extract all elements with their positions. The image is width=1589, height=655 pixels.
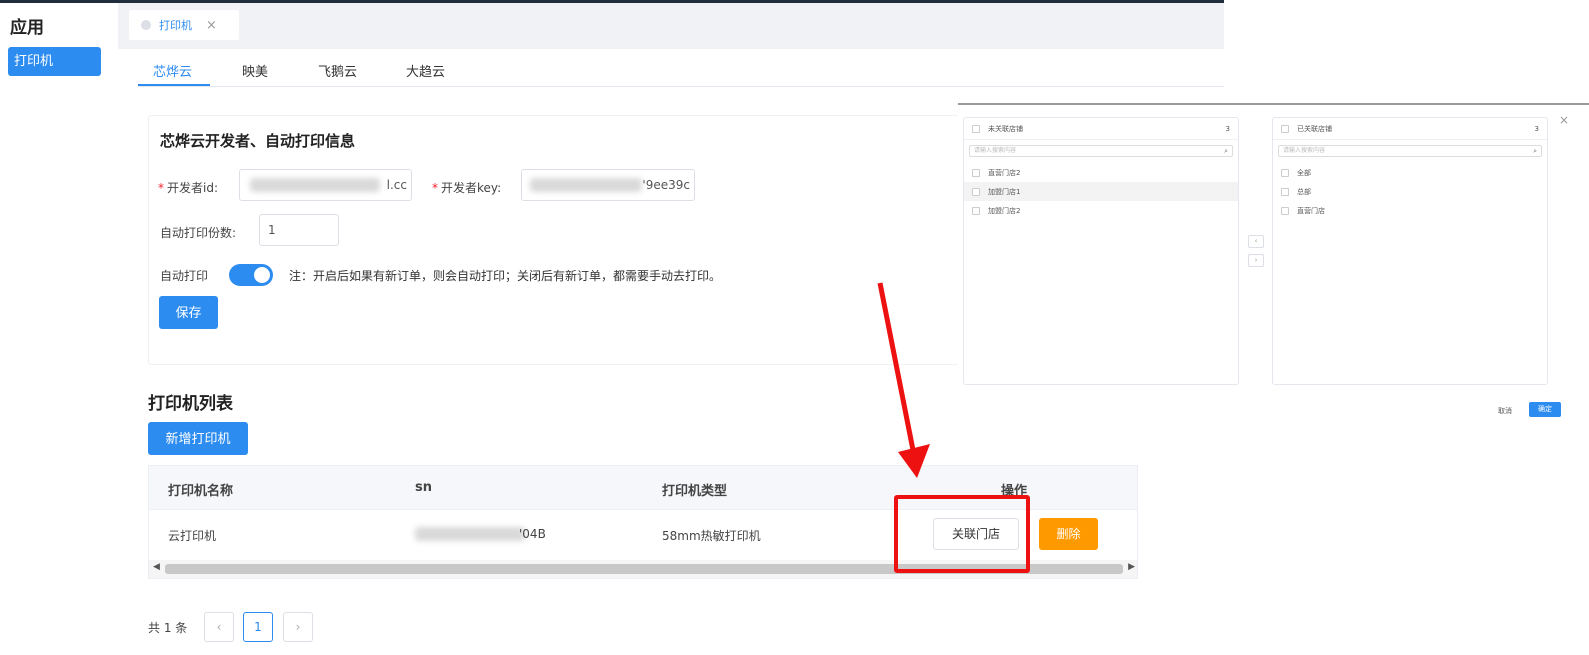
- panel-title: 未关联店铺: [988, 124, 1023, 133]
- redacted-sn: [415, 527, 525, 541]
- tab-feie[interactable]: 飞鹅云: [318, 61, 357, 80]
- developer-key-input[interactable]: '9ee39c: [521, 169, 695, 201]
- auto-print-label: 自动打印: [160, 269, 209, 283]
- redacted-value: [530, 178, 642, 192]
- move-right-button[interactable]: ›: [1248, 254, 1264, 267]
- item-checkbox[interactable]: [972, 168, 980, 177]
- search-input[interactable]: 请输入搜索内容 ⌕: [969, 145, 1233, 157]
- panel-header: 已关联店铺 3: [1273, 118, 1547, 140]
- list-item[interactable]: 总部: [1273, 182, 1547, 201]
- auto-print-note: 注：开启后如果有新订单，则会自动打印；关闭后有新订单，都需要手动去打印。: [289, 269, 722, 283]
- move-left-button[interactable]: ‹: [1248, 235, 1264, 248]
- pager-prev-icon[interactable]: ‹: [204, 612, 234, 642]
- pager-next-icon[interactable]: ›: [283, 612, 313, 642]
- link-store-dialog: × 未关联店铺 3 请输入搜索内容 ⌕ 直营门店2 加盟门店1 加盟门店2 ‹ …: [958, 103, 1589, 423]
- scroll-right-icon[interactable]: ▶: [1128, 562, 1135, 572]
- item-checkbox[interactable]: [1281, 168, 1289, 177]
- pager-total: 共 1 条: [148, 621, 188, 635]
- item-checkbox[interactable]: [1281, 187, 1289, 196]
- column-header-name: 打印机名称: [168, 484, 234, 499]
- confirm-button[interactable]: 确定: [1529, 402, 1561, 417]
- list-item[interactable]: 直营门店2: [964, 163, 1238, 182]
- annotation-highlight-box: [894, 495, 1030, 573]
- page-tab-printer[interactable]: 打印机 ×: [129, 10, 239, 40]
- linked-stores-panel: 已关联店铺 3 请输入搜索内容 ⌕ 全部 总部 直营门店: [1272, 117, 1548, 385]
- printer-sn-cell: '04B: [519, 527, 546, 541]
- redacted-value: [250, 178, 380, 192]
- add-printer-button[interactable]: 新增打印机: [148, 422, 248, 455]
- search-icon: ⌕: [1224, 147, 1228, 155]
- column-header-type: 打印机类型: [662, 484, 728, 499]
- scroll-left-icon[interactable]: ◀: [153, 562, 160, 572]
- unlinked-stores-panel: 未关联店铺 3 请输入搜索内容 ⌕ 直营门店2 加盟门店1 加盟门店2: [963, 117, 1239, 385]
- select-all-checkbox[interactable]: [972, 124, 980, 133]
- pager-page-1[interactable]: 1: [243, 612, 273, 642]
- auto-print-toggle[interactable]: [229, 264, 273, 286]
- delete-button[interactable]: 删除: [1039, 518, 1098, 550]
- printer-type-cell: 58mm热敏打印机: [662, 529, 761, 543]
- tab-daqu[interactable]: 大趋云: [406, 61, 445, 80]
- developer-id-label: * 开发者id:: [158, 181, 218, 195]
- search-icon: ⌕: [1533, 147, 1537, 155]
- active-tab-indicator: [138, 84, 210, 86]
- list-item[interactable]: 直营门店: [1273, 201, 1547, 220]
- panel-header: 未关联店铺 3: [964, 118, 1238, 140]
- provider-tabs: 芯烨云 映美 飞鹅云 大趋云: [138, 49, 1224, 87]
- search-input[interactable]: 请输入搜索内容 ⌕: [1278, 145, 1542, 157]
- list-item[interactable]: 全部: [1273, 163, 1547, 182]
- sidebar: 应用 打印机: [0, 3, 118, 655]
- close-icon[interactable]: ×: [1559, 113, 1569, 127]
- panel-title: 已关联店铺: [1297, 124, 1332, 133]
- item-checkbox[interactable]: [972, 187, 980, 196]
- developer-key-label: * 开发者key:: [432, 181, 502, 195]
- toggle-knob: [254, 267, 270, 283]
- column-header-sn: sn: [415, 480, 432, 495]
- required-mark: *: [432, 181, 438, 195]
- page-tab-label: 打印机: [159, 19, 192, 32]
- tab-yingmei[interactable]: 映美: [242, 61, 268, 80]
- developer-id-input[interactable]: l.cc: [239, 169, 412, 201]
- tab-xinye[interactable]: 芯烨云: [153, 61, 192, 80]
- select-all-checkbox[interactable]: [1281, 124, 1289, 133]
- card-title: 芯烨云开发者、自动打印信息: [160, 132, 356, 150]
- page-tab-strip: 打印机 ×: [118, 3, 1224, 49]
- close-icon[interactable]: ×: [206, 18, 217, 33]
- save-button[interactable]: 保存: [159, 296, 218, 329]
- item-checkbox[interactable]: [1281, 206, 1289, 215]
- list-item[interactable]: 加盟门店1: [964, 182, 1238, 201]
- list-item[interactable]: 加盟门店2: [964, 201, 1238, 220]
- item-checkbox[interactable]: [972, 206, 980, 215]
- sidebar-item-printer[interactable]: 打印机: [8, 47, 101, 76]
- tab-status-dot: [141, 20, 151, 30]
- cancel-button[interactable]: 取消: [1498, 406, 1512, 416]
- sidebar-title: 应用: [10, 18, 44, 38]
- required-mark: *: [158, 181, 164, 195]
- panel-count: 3: [1225, 124, 1230, 133]
- printer-name-cell: 云打印机: [168, 529, 217, 543]
- auto-print-copies-label: 自动打印份数:: [160, 226, 237, 240]
- panel-count: 3: [1534, 124, 1539, 133]
- auto-print-copies-input[interactable]: 1: [259, 214, 339, 246]
- printer-list-title: 打印机列表: [148, 394, 233, 414]
